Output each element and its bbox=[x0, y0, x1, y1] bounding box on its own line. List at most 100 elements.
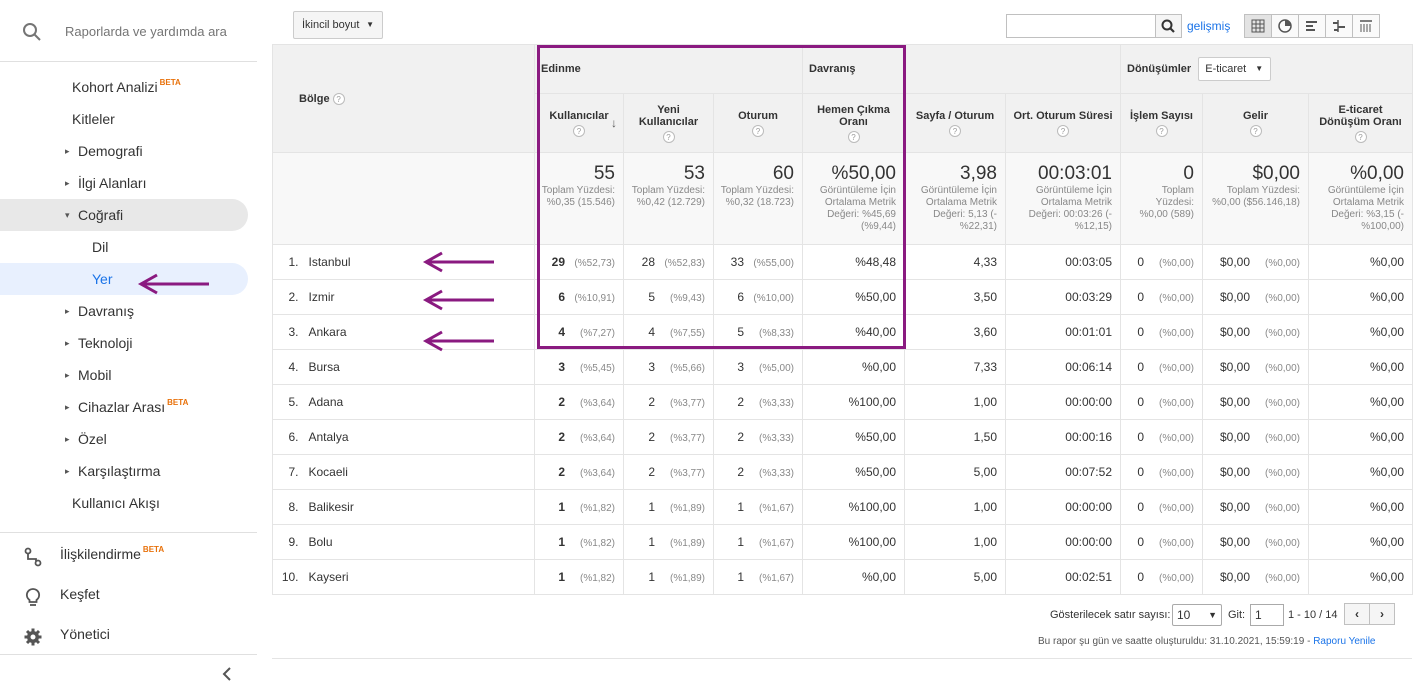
table-view-icon[interactable] bbox=[1244, 14, 1272, 38]
search-placeholder: Raporlarda ve yardımda ara bbox=[65, 24, 227, 39]
secondary-dimension-dropdown[interactable]: İkincil boyut ▼ bbox=[293, 11, 383, 39]
report-timestamp: Bu rapor şu gün ve saatte oluşturuldu: 3… bbox=[1038, 636, 1375, 647]
sidebar-item[interactable]: ▸ Davranış bbox=[0, 295, 248, 327]
metric-percent: (%3,64) bbox=[579, 398, 615, 409]
metric-value: 1 bbox=[558, 535, 565, 549]
help-icon[interactable]: ? bbox=[1125, 124, 1198, 137]
region-link[interactable]: Ankara bbox=[302, 314, 535, 350]
comparison-icon[interactable] bbox=[1325, 14, 1353, 38]
behavior-label: Davranış bbox=[809, 63, 856, 75]
table-row: 10. Kayseri 1 (%1,82) 1 (%1,89) 1 (%1,67) %0,00 5… bbox=[272, 559, 1413, 595]
column-header[interactable]: Gelir? bbox=[1202, 93, 1309, 153]
metric-value: %50,00 bbox=[855, 290, 896, 304]
table-search-input[interactable] bbox=[1006, 14, 1156, 38]
bottom-nav-item[interactable]: Yönetici bbox=[0, 616, 257, 652]
column-header[interactable]: İşlem Sayısı? bbox=[1120, 93, 1203, 153]
help-icon[interactable]: ? bbox=[718, 124, 798, 137]
column-header[interactable]: Oturum? bbox=[713, 93, 803, 153]
help-icon[interactable]: ? bbox=[332, 92, 345, 105]
beta-badge: BETA bbox=[167, 398, 189, 407]
column-header[interactable]: Ort. Oturum Süresi? bbox=[1005, 93, 1121, 153]
total-subtext: Görüntüleme İçin Ortalama Metrik Değeri:… bbox=[1327, 185, 1404, 232]
total-subtext: Toplam Yüzdesi: %0,35 (15.546) bbox=[541, 185, 615, 208]
sidebar-item-label: Yer bbox=[92, 263, 113, 295]
help-icon[interactable]: ? bbox=[628, 130, 709, 143]
region-link[interactable]: Izmir bbox=[302, 279, 535, 315]
region-link[interactable]: Antalya bbox=[302, 419, 535, 455]
metric-value: 4,33 bbox=[973, 255, 997, 269]
collapse-sidebar-icon[interactable] bbox=[222, 667, 232, 686]
refresh-report-link[interactable]: Raporu Yenile bbox=[1313, 636, 1375, 647]
table-row: 6. Antalya 2 (%3,64) 2 (%3,77) 2 (%3,33) %50,00 1… bbox=[272, 419, 1413, 455]
rows-per-page-select[interactable]: 10 ▼ bbox=[1172, 604, 1222, 626]
bottom-nav-item[interactable]: Keşfet bbox=[0, 576, 257, 612]
metric-cell: 4 (%7,55) bbox=[623, 314, 714, 350]
next-page-button[interactable]: › bbox=[1369, 603, 1395, 625]
report-main: İkincil boyut ▼ gelişmiş Bölge ? Edinme … bbox=[272, 0, 1413, 660]
help-icon[interactable]: ? bbox=[807, 130, 900, 143]
pivot-icon[interactable] bbox=[1352, 14, 1380, 38]
total-value: $0,00 bbox=[1252, 163, 1300, 184]
region-link[interactable]: Istanbul bbox=[302, 244, 535, 280]
help-icon[interactable]: ? bbox=[1010, 124, 1116, 137]
column-header[interactable]: Kullanıcılar? ↓ bbox=[534, 93, 624, 153]
total-cell: %50,00 Görüntüleme İçin Ortalama Metrik D… bbox=[802, 152, 905, 245]
region-link[interactable]: Bursa bbox=[302, 349, 535, 385]
bar-chart-icon[interactable] bbox=[1298, 14, 1326, 38]
column-header-label: E-ticaret Dönüşüm Oranı bbox=[1319, 103, 1402, 128]
metric-percent: (%0,00) bbox=[1264, 398, 1300, 409]
total-subtext: Görüntüleme İçin Ortalama Metrik Değeri:… bbox=[1028, 185, 1112, 232]
sidebar-item[interactable]: Kullanıcı Akışı bbox=[0, 487, 248, 519]
search-bar[interactable]: Raporlarda ve yardımda ara bbox=[0, 0, 257, 62]
sidebar-item[interactable]: ▸ Karşılaştırma bbox=[0, 455, 248, 487]
region-link[interactable]: Kocaeli bbox=[302, 454, 535, 490]
metric-cell: $0,00 (%0,00) bbox=[1202, 454, 1309, 490]
sidebar-item[interactable]: ▾ Coğrafi bbox=[0, 199, 248, 231]
column-header[interactable]: Yeni Kullanıcılar? bbox=[623, 93, 714, 153]
conversion-type-dropdown[interactable]: E-ticaret ▼ bbox=[1198, 57, 1272, 81]
bottom-nav-item[interactable]: İlişkilendirme BETA bbox=[0, 536, 257, 572]
caret-right-icon: ▸ bbox=[65, 338, 70, 348]
pie-chart-icon[interactable] bbox=[1271, 14, 1299, 38]
column-header[interactable]: Hemen Çıkma Oranı? bbox=[802, 93, 905, 153]
goto-page-input[interactable]: 1 bbox=[1250, 604, 1284, 626]
sidebar-item[interactable]: Dil bbox=[0, 231, 248, 263]
metric-percent: (%3,77) bbox=[669, 468, 705, 479]
metric-percent: (%0,00) bbox=[1264, 363, 1300, 374]
sidebar-item[interactable]: ▸ Demografi bbox=[0, 135, 248, 167]
metric-value: %0,00 bbox=[1369, 325, 1404, 339]
help-icon[interactable]: ? bbox=[909, 124, 1001, 137]
column-header[interactable]: Sayfa / Oturum? bbox=[904, 93, 1006, 153]
column-header[interactable]: E-ticaret Dönüşüm Oranı? bbox=[1308, 93, 1413, 153]
region-link[interactable]: Adana bbox=[302, 384, 535, 420]
metric-percent: (%0,00) bbox=[1158, 398, 1194, 409]
sidebar-item[interactable]: Yer bbox=[0, 263, 248, 295]
metric-percent: (%0,00) bbox=[1264, 433, 1300, 444]
metric-cell: 1 (%1,89) bbox=[623, 489, 714, 525]
region-link[interactable]: Bolu bbox=[302, 524, 535, 560]
metric-cell: 1 (%1,67) bbox=[713, 559, 803, 595]
help-icon[interactable]: ? bbox=[1207, 124, 1304, 137]
total-cell: 53 Toplam Yüzdesi: %0,42 (12.729) bbox=[623, 152, 714, 245]
region-link[interactable]: Balikesir bbox=[302, 489, 535, 525]
table-search-button[interactable] bbox=[1156, 14, 1182, 38]
help-icon[interactable]: ? bbox=[539, 124, 619, 137]
sidebar-item[interactable]: Kohort Analizi BETA bbox=[0, 71, 248, 103]
help-icon[interactable]: ? bbox=[1313, 130, 1408, 143]
sidebar-item[interactable]: ▸ Cihazlar Arası BETA bbox=[0, 391, 248, 423]
acquisition-label: Edinme bbox=[541, 63, 581, 75]
metric-value: 2 bbox=[648, 395, 655, 409]
metric-value: 5,00 bbox=[973, 465, 997, 479]
sidebar-item[interactable]: ▸ İlgi Alanları bbox=[0, 167, 248, 199]
region-link[interactable]: Kayseri bbox=[302, 559, 535, 595]
sidebar-item[interactable]: ▸ Mobil bbox=[0, 359, 248, 391]
sidebar-item[interactable]: ▸ Özel bbox=[0, 423, 248, 455]
advanced-filter-link[interactable]: gelişmiş bbox=[1187, 19, 1230, 33]
prev-page-button[interactable]: ‹ bbox=[1344, 603, 1370, 625]
metric-cell: 00:03:05 bbox=[1005, 244, 1121, 280]
metric-value: 2 bbox=[648, 430, 655, 444]
sidebar-item[interactable]: Kitleler bbox=[0, 103, 248, 135]
sidebar-item[interactable]: ▸ Teknoloji bbox=[0, 327, 248, 359]
rows-per-page-value: 10 bbox=[1177, 608, 1191, 622]
metric-cell: $0,00 (%0,00) bbox=[1202, 489, 1309, 525]
